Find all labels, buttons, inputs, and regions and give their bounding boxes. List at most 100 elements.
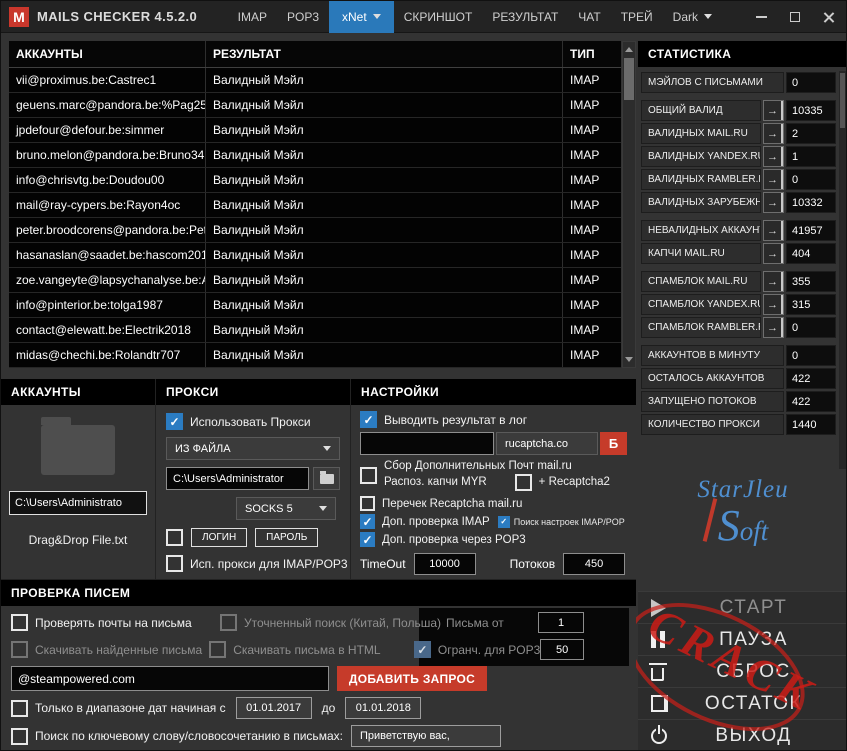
account-cell: hasanaslan@saadet.be:hascom2016: [9, 243, 206, 267]
scroll-down-icon[interactable]: [623, 353, 635, 366]
folder-icon[interactable]: [41, 425, 115, 475]
recheck-recaptcha-checkbox[interactable]: [360, 496, 375, 511]
scroll-up-icon[interactable]: [623, 43, 635, 56]
scrollbar-thumb[interactable]: [840, 73, 845, 128]
stat-label: МЭЙЛОВ С ПИСЬМАМИ: [641, 72, 784, 93]
password-button[interactable]: ПАРОЛЬ: [255, 528, 318, 547]
start-button[interactable]: СТАРТ: [638, 591, 847, 623]
proxy-auth-checkbox[interactable]: [166, 529, 183, 546]
pop3-limit-label: Огранч. для POP3: [438, 643, 540, 657]
table-row[interactable]: jpdefour@defour.be:simmer Валидный Мэйл …: [9, 118, 621, 143]
table-row[interactable]: info@chrisvtg.be:Doudou00 Валидный Мэйл …: [9, 168, 621, 193]
table-row[interactable]: bruno.melon@pandora.be:Bruno345 Валидный…: [9, 143, 621, 168]
collect-mail-checkbox[interactable]: [360, 467, 377, 484]
pop3-limit-input[interactable]: 50: [540, 639, 584, 660]
menu-item-imap[interactable]: IMAP: [228, 1, 277, 33]
export-arrow-icon[interactable]: [763, 146, 784, 167]
browse-folder-button[interactable]: [313, 467, 340, 490]
export-arrow-icon[interactable]: [763, 192, 784, 213]
captcha-service-select[interactable]: rucaptcha.co: [496, 432, 598, 455]
menu-item-pop3[interactable]: POP3: [277, 1, 329, 33]
stat-label: НЕВАЛИДНЫХ АККАУНТОВ: [641, 220, 761, 241]
export-arrow-icon[interactable]: [763, 100, 784, 121]
login-button[interactable]: ЛОГИН: [191, 528, 247, 547]
stats-scrollbar[interactable]: [839, 71, 846, 469]
imap-settings-checkbox[interactable]: [498, 516, 510, 528]
refined-search-checkbox[interactable]: [220, 614, 237, 631]
proxy-source-select[interactable]: ИЗ ФАЙЛА: [166, 437, 340, 460]
download-letters-checkbox[interactable]: [11, 641, 28, 658]
accounts-path-field[interactable]: C:\Users\Administrato: [9, 491, 147, 515]
table-row[interactable]: info@pinterior.be:tolga1987 Валидный Мэй…: [9, 293, 621, 318]
pause-button[interactable]: ПАУЗА: [638, 623, 847, 655]
type-cell: IMAP: [563, 218, 621, 242]
check-letters-checkbox[interactable]: [11, 614, 28, 631]
column-header-accounts[interactable]: АККАУНТЫ: [9, 41, 206, 67]
balance-button[interactable]: Б: [600, 432, 627, 455]
exit-button[interactable]: ВЫХОД: [638, 719, 847, 751]
table-scrollbar[interactable]: [622, 41, 636, 368]
keyword-search-checkbox[interactable]: [11, 728, 28, 745]
type-cell: IMAP: [563, 168, 621, 192]
export-arrow-icon[interactable]: [763, 317, 784, 338]
timeout-input[interactable]: 10000: [414, 553, 476, 575]
maximize-button[interactable]: [778, 1, 812, 33]
table-row[interactable]: geuens.marc@pandora.be:%Pag25yz Валидный…: [9, 93, 621, 118]
search-query-input[interactable]: @steampowered.com: [11, 666, 329, 691]
close-button[interactable]: [812, 1, 846, 33]
reset-button[interactable]: СБРОС: [638, 655, 847, 687]
menu-item-xnet[interactable]: xNet: [329, 1, 394, 33]
table-row[interactable]: contact@elewatt.be:Electrik2018 Валидный…: [9, 318, 621, 343]
export-arrow-icon[interactable]: [763, 294, 784, 315]
table-row[interactable]: vii@proximus.be:Castrec1 Валидный Мэйл I…: [9, 68, 621, 93]
menu-item-screenshot[interactable]: СКРИНШОТ: [394, 1, 483, 33]
result-cell: Валидный Мэйл: [206, 243, 563, 267]
table-row[interactable]: peter.broodcorens@pandora.be:Pete Валидн…: [9, 218, 621, 243]
menu-item-chat[interactable]: ЧАТ: [568, 1, 610, 33]
pop3-limit-checkbox[interactable]: [414, 641, 431, 658]
proxy-path-field[interactable]: C:\Users\Administrator: [166, 467, 309, 490]
stat-value: 0: [786, 345, 836, 366]
account-cell: contact@elewatt.be:Electrik2018: [9, 318, 206, 342]
minimize-button[interactable]: [744, 1, 778, 33]
recaptcha2-checkbox[interactable]: [515, 474, 532, 491]
imap-check-checkbox[interactable]: [360, 514, 375, 529]
date-range-checkbox[interactable]: [11, 700, 28, 717]
menu-item-tray[interactable]: ТРЕЙ: [611, 1, 663, 33]
type-cell: IMAP: [563, 93, 621, 117]
table-row[interactable]: mail@ray-cypers.be:Rayon4oc Валидный Мэй…: [9, 193, 621, 218]
results-table: АККАУНТЫ РЕЗУЛЬТАТ ТИП vii@proximus.be:C…: [9, 41, 621, 368]
table-row[interactable]: zoe.vangeyte@lapsychanalyse.be:Ad Валидн…: [9, 268, 621, 293]
column-header-result[interactable]: РЕЗУЛЬТАТ: [206, 41, 563, 67]
captcha-key-input[interactable]: [360, 432, 494, 455]
proxy-type-select[interactable]: SOCKS 5: [236, 497, 336, 520]
threads-input[interactable]: 450: [563, 553, 625, 575]
stat-row: ВАЛИДНЫХ RAMBLER.RU 0: [641, 169, 836, 190]
use-proxy-checkbox[interactable]: [166, 413, 183, 430]
window-controls: [744, 1, 846, 33]
export-arrow-icon[interactable]: [763, 271, 784, 292]
scrollbar-thumb[interactable]: [624, 58, 634, 100]
proxy-for-imap-pop3-checkbox[interactable]: [166, 555, 183, 572]
add-query-button[interactable]: ДОБАВИТЬ ЗАПРОС: [337, 666, 487, 691]
rest-button[interactable]: ОСТАТОК: [638, 687, 847, 719]
download-html-checkbox[interactable]: [209, 641, 226, 658]
date-from-field[interactable]: 01.01.2017: [236, 697, 312, 719]
stat-label: ВАЛИДНЫХ RAMBLER.RU: [641, 169, 761, 190]
export-arrow-icon[interactable]: [763, 123, 784, 144]
export-arrow-icon[interactable]: [763, 243, 784, 264]
pop3-check-checkbox[interactable]: [360, 532, 375, 547]
refined-search-label: Уточненный поиск (Китай, Польша): [244, 616, 439, 630]
table-row[interactable]: hasanaslan@saadet.be:hascom2016 Валидный…: [9, 243, 621, 268]
date-to-field[interactable]: 01.01.2018: [345, 697, 421, 719]
export-arrow-icon[interactable]: [763, 169, 784, 190]
letters-from-input[interactable]: 1: [538, 612, 584, 633]
keyword-input[interactable]: Приветствую вас,: [351, 725, 501, 747]
theme-select[interactable]: Dark: [663, 1, 722, 33]
export-arrow-icon[interactable]: [763, 220, 784, 241]
table-row[interactable]: midas@chechi.be:Rolandtr707 Валидный Мэй…: [9, 343, 621, 368]
log-output-checkbox[interactable]: [360, 411, 377, 428]
column-header-type[interactable]: ТИП: [563, 41, 621, 67]
menu-item-result[interactable]: РЕЗУЛЬТАТ: [482, 1, 568, 33]
statistics-title: СТАТИСТИКА: [638, 41, 847, 67]
